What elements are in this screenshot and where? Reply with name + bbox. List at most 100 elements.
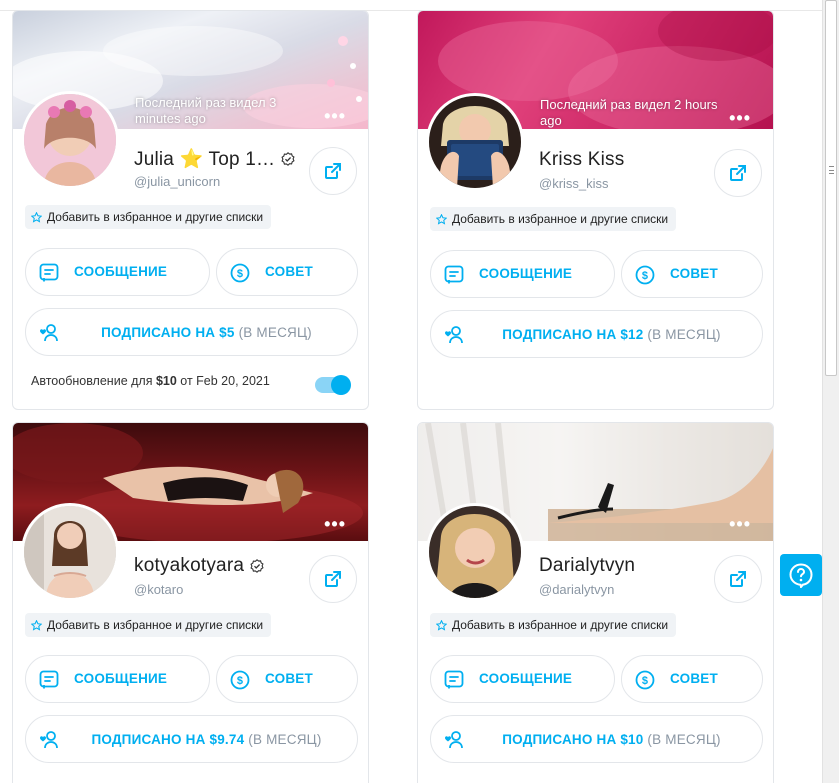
tip-label: СОВЕТ bbox=[670, 266, 718, 281]
tip-label: СОВЕТ bbox=[265, 264, 313, 279]
dollar-coin-icon: $ bbox=[230, 263, 250, 283]
add-to-favorites-button[interactable]: Добавить в избранное и другие списки bbox=[430, 207, 677, 231]
scrollbar-thumb[interactable] bbox=[825, 0, 837, 376]
message-icon bbox=[444, 265, 464, 284]
more-dots-icon[interactable]: ••• bbox=[729, 515, 751, 533]
message-icon bbox=[39, 670, 59, 689]
autorenew-price: $10 bbox=[155, 374, 177, 388]
add-to-favorites-label: Добавить в избранное и другие списки bbox=[47, 210, 264, 224]
subscription-period: (В МЕСЯЦ) bbox=[248, 731, 322, 747]
profile-handle: @julia_unicorn bbox=[134, 174, 221, 189]
profile-name[interactable]: kotyakotyara bbox=[134, 555, 244, 577]
svg-text:$: $ bbox=[237, 268, 243, 280]
name-row: Julia ⭐ Top 1… bbox=[134, 147, 295, 171]
message-label: СООБЩЕНИЕ bbox=[479, 671, 573, 686]
subscription-period: (В МЕСЯЦ) bbox=[647, 731, 721, 747]
avatar[interactable] bbox=[426, 503, 524, 601]
dollar-coin-icon: $ bbox=[635, 670, 655, 690]
name-row: Darialytvyn bbox=[539, 555, 635, 577]
share-icon bbox=[730, 165, 746, 181]
avatar[interactable] bbox=[21, 503, 119, 601]
subscribed-button[interactable]: ПОДПИСАНО НА $5 (В МЕСЯЦ) bbox=[25, 308, 358, 356]
profile-handle: @kriss_kiss bbox=[539, 176, 609, 191]
message-button[interactable]: СООБЩЕНИЕ bbox=[430, 655, 615, 703]
message-label: СООБЩЕНИЕ bbox=[74, 264, 168, 279]
message-button[interactable]: СООБЩЕНИЕ bbox=[25, 655, 210, 703]
last-seen-text: Последний раз видел 2 hours ago bbox=[540, 97, 718, 128]
subscription-period: (В МЕСЯЦ) bbox=[238, 324, 312, 340]
profile-handle: @kotaro bbox=[134, 582, 184, 597]
subscription-period: (В МЕСЯЦ) bbox=[647, 326, 721, 342]
more-dots-icon[interactable]: ••• bbox=[324, 107, 346, 125]
star-outline-icon bbox=[436, 619, 447, 631]
subscription-card: Последний раз видел 2 hours ago ••• Kris… bbox=[417, 10, 774, 410]
profile-handle: @darialytvyn bbox=[539, 582, 615, 597]
user-heart-icon bbox=[40, 324, 58, 342]
message-button[interactable]: СООБЩЕНИЕ bbox=[25, 248, 210, 296]
avatar[interactable] bbox=[21, 91, 119, 189]
message-label: СООБЩЕНИЕ bbox=[479, 266, 573, 281]
subscription-card: Последний раз видел 3 minutes ago ••• Ju… bbox=[12, 10, 369, 410]
star-outline-icon bbox=[31, 211, 42, 223]
svg-text:$: $ bbox=[237, 675, 243, 687]
tip-button[interactable]: $ СОВЕТ bbox=[621, 655, 763, 703]
tip-button[interactable]: $ СОВЕТ bbox=[621, 250, 763, 298]
subscribed-label: ПОДПИСАНО НА $9.74 bbox=[91, 731, 245, 747]
autorenew-date: от Feb 20, 2021 bbox=[176, 374, 270, 388]
share-button[interactable] bbox=[714, 555, 762, 603]
autorenew-text: Автообновление для $10 от Feb 20, 2021 bbox=[31, 374, 270, 388]
subscribed-label: ПОДПИСАНО НА $12 bbox=[502, 326, 644, 342]
more-dots-icon[interactable]: ••• bbox=[729, 109, 751, 127]
avatar[interactable] bbox=[426, 93, 524, 191]
help-icon bbox=[789, 563, 813, 588]
subscribed-label: ПОДПИСАНО НА $5 bbox=[101, 324, 235, 340]
verified-icon bbox=[250, 559, 264, 573]
subscriptions-page: Последний раз видел 3 minutes ago ••• Ju… bbox=[0, 0, 839, 783]
share-icon bbox=[730, 571, 746, 587]
subscribed-label: ПОДПИСАНО НА $10 bbox=[502, 731, 644, 747]
add-to-favorites-button[interactable]: Добавить в избранное и другие списки bbox=[25, 205, 272, 229]
add-to-favorites-button[interactable]: Добавить в избранное и другие списки bbox=[430, 613, 677, 637]
tip-button[interactable]: $ СОВЕТ bbox=[216, 655, 358, 703]
star-outline-icon bbox=[436, 213, 447, 225]
share-button[interactable] bbox=[309, 555, 357, 603]
last-seen-text: Последний раз видел 3 minutes ago bbox=[135, 95, 277, 126]
more-dots-icon[interactable]: ••• bbox=[324, 515, 346, 533]
verified-icon bbox=[281, 152, 295, 166]
profile-name[interactable]: Kriss Kiss bbox=[539, 149, 624, 171]
subscription-card: ••• Darialytvyn @darialytvyn Добавить в … bbox=[417, 422, 774, 783]
message-icon bbox=[444, 670, 464, 689]
message-button[interactable]: СООБЩЕНИЕ bbox=[430, 250, 615, 298]
tip-button[interactable]: $ СОВЕТ bbox=[216, 248, 358, 296]
share-button[interactable] bbox=[714, 149, 762, 197]
tip-label: СОВЕТ bbox=[265, 671, 313, 686]
add-to-favorites-label: Добавить в избранное и другие списки bbox=[452, 212, 669, 226]
svg-text:$: $ bbox=[642, 270, 648, 282]
user-heart-icon bbox=[445, 326, 463, 344]
name-row: Kriss Kiss bbox=[539, 149, 624, 171]
profile-name[interactable]: Julia ⭐ Top 1… bbox=[134, 147, 275, 171]
dollar-coin-icon: $ bbox=[230, 670, 250, 690]
add-to-favorites-button[interactable]: Добавить в избранное и другие списки bbox=[25, 613, 272, 637]
share-button[interactable] bbox=[309, 147, 357, 195]
subscribed-button[interactable]: ПОДПИСАНО НА $10 (В МЕСЯЦ) bbox=[430, 715, 763, 763]
share-icon bbox=[325, 163, 341, 179]
help-button[interactable] bbox=[780, 554, 822, 596]
autorenew-prefix: Автообновление для bbox=[31, 374, 156, 388]
tip-label: СОВЕТ bbox=[670, 671, 718, 686]
subscription-card: ••• kotyakotyara @kotaro Добавить в избр… bbox=[12, 422, 369, 783]
share-icon bbox=[325, 571, 341, 587]
subscribed-button[interactable]: ПОДПИСАНО НА $12 (В МЕСЯЦ) bbox=[430, 310, 763, 358]
scrollbar[interactable] bbox=[822, 0, 839, 783]
user-heart-icon bbox=[40, 731, 58, 749]
message-label: СООБЩЕНИЕ bbox=[74, 671, 168, 686]
message-icon bbox=[39, 263, 59, 282]
user-heart-icon bbox=[445, 731, 463, 749]
subscribed-button[interactable]: ПОДПИСАНО НА $9.74 (В МЕСЯЦ) bbox=[25, 715, 358, 763]
add-to-favorites-label: Добавить в избранное и другие списки bbox=[452, 618, 669, 632]
profile-name[interactable]: Darialytvyn bbox=[539, 555, 635, 577]
dollar-coin-icon: $ bbox=[635, 265, 655, 285]
autorenew-toggle[interactable] bbox=[315, 375, 351, 395]
name-row: kotyakotyara bbox=[134, 555, 264, 577]
add-to-favorites-label: Добавить в избранное и другие списки bbox=[47, 618, 264, 632]
